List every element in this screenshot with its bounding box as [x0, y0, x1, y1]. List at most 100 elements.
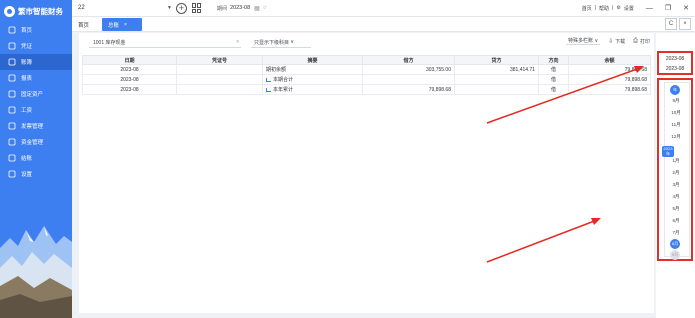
- tab-ledger-label: 总账: [108, 22, 120, 29]
- period-start[interactable]: 2023-08: [659, 54, 691, 64]
- sidebar-item-7[interactable]: 资金管理: [0, 134, 72, 150]
- month-item[interactable]: 1月: [663, 158, 689, 164]
- period-range: 2023-08 2023-08: [657, 51, 693, 75]
- month-item[interactable]: 7月: [663, 230, 689, 236]
- period-label: 期间: [216, 5, 227, 12]
- print-button[interactable]: ⎙ 打印: [633, 38, 650, 45]
- refresh-tab-icon[interactable]: C: [665, 18, 677, 30]
- calendar-icon[interactable]: ▦: [254, 5, 260, 12]
- month-item[interactable]: 5月: [663, 206, 689, 212]
- sidebar-item-0[interactable]: 首页: [0, 22, 72, 38]
- chart-icon[interactable]: [266, 87, 271, 92]
- next-month-button[interactable]: 9月: [670, 250, 680, 260]
- account-select[interactable]: 1001 库存现金 >: [89, 37, 241, 48]
- sidebar-item-8[interactable]: 结账: [0, 150, 72, 166]
- table-row[interactable]: 2023-08 本期合计 借 79,898.68: [82, 74, 651, 85]
- tab-ledger[interactable]: 总账 ×: [102, 18, 142, 31]
- cell-debit: [362, 74, 455, 85]
- cell-voucher: [176, 84, 263, 95]
- cell-credit: [454, 74, 539, 85]
- tab-home[interactable]: 首页: [72, 18, 100, 31]
- sidebar-item-5[interactable]: 工资: [0, 102, 72, 118]
- sidebar-item-9[interactable]: 设置: [0, 166, 72, 182]
- sidebar-item-label: 资金管理: [21, 140, 44, 146]
- tab-close-icon[interactable]: ×: [124, 22, 127, 28]
- close-icon[interactable]: ✕: [683, 4, 689, 12]
- company-selector[interactable]: 22: [72, 5, 167, 11]
- cell-summary: 本年累计: [262, 84, 363, 95]
- table-row[interactable]: 2023-08 本年累计 79,898.68 借 79,898.68: [82, 84, 651, 95]
- grid-menu-icon[interactable]: [191, 3, 203, 13]
- sidebar: 繁市智能财务 首页 凭证 账簿 报表 固定资产 工资 发票管理 资金管理 结账 设置: [0, 0, 72, 318]
- cell-dir: 借: [538, 64, 569, 75]
- period-value[interactable]: 2023-08: [230, 5, 250, 11]
- month-item[interactable]: 2月: [663, 170, 689, 176]
- add-icon[interactable]: +: [175, 2, 187, 14]
- sidebar-item-label: 工资: [21, 108, 33, 114]
- header-date: 日期: [82, 55, 177, 65]
- cell-text: 79,898.68: [624, 66, 647, 73]
- cell-text: 期初余额: [266, 67, 287, 73]
- cell-balance: 79,898.68: [568, 84, 651, 95]
- logo-icon: [4, 5, 15, 17]
- top-link-home[interactable]: 首页: [582, 5, 592, 12]
- gear-icon[interactable]: ⚙: [616, 5, 620, 11]
- top-link-help[interactable]: 帮助: [599, 5, 609, 12]
- ledger-icon: [8, 58, 16, 66]
- month-item[interactable]: 9月: [663, 98, 689, 104]
- cell-balance: 79,898.68: [568, 74, 651, 85]
- sub-account-value: 只显示下级科目: [254, 39, 290, 46]
- cell-balance: 79,898.68: [568, 64, 651, 75]
- cell-text: 借: [550, 77, 556, 83]
- download-button[interactable]: ⇩ 下载: [608, 38, 625, 45]
- period-end[interactable]: 2023-08: [659, 64, 691, 74]
- sidebar-item-6[interactable]: 发票管理: [0, 118, 72, 134]
- sidebar-item-2[interactable]: 账簿: [0, 54, 72, 70]
- top-link-settings[interactable]: 设置: [624, 5, 634, 12]
- month-item[interactable]: 6月: [663, 218, 689, 224]
- selected-month-button[interactable]: 8月: [670, 239, 680, 249]
- sidebar-item-3[interactable]: 报表: [0, 70, 72, 86]
- minimize-icon[interactable]: —: [646, 5, 653, 12]
- salary-icon: [8, 106, 16, 114]
- chart-icon[interactable]: [266, 77, 271, 82]
- chevron-right-icon: >: [236, 39, 239, 45]
- settings-icon: [8, 170, 16, 178]
- month-item[interactable]: 4月: [663, 194, 689, 200]
- sidebar-item-4[interactable]: 固定资产: [0, 86, 72, 102]
- cell-date: 2023-08: [82, 74, 177, 85]
- cell-text: 79,898.68: [624, 76, 647, 83]
- header-direction: 方向: [538, 55, 569, 65]
- header-credit: 贷方: [454, 55, 539, 65]
- close-all-icon[interactable]: ×: [679, 18, 691, 30]
- action-bar: 特殊多栏账 ∨ ⇩ 下载 ⎙ 打印: [558, 37, 650, 45]
- month-item[interactable]: 3月: [663, 182, 689, 188]
- home-icon: [8, 26, 16, 34]
- sub-account-select[interactable]: 只显示下级科目 ∨: [251, 37, 311, 48]
- print-icon: ⎙: [633, 37, 638, 44]
- top-bar: 22 ▼ + 期间 2023-08 ▦ ○ 首页 | 帮助 | ⚙ 设置 — ❐…: [72, 0, 695, 17]
- restore-icon[interactable]: ❐: [665, 4, 671, 12]
- chevron-down-icon[interactable]: ▼: [167, 5, 172, 11]
- table-header-row: 日期 凭证号 摘要 借方 贷方 方向 余额: [82, 55, 651, 65]
- cell-text: 381,414.71: [509, 66, 535, 73]
- main-content: 1001 库存现金 > 只显示下级科目 ∨ 特殊多栏账 ∨ ⇩ 下载 ⎙ 打印: [79, 33, 654, 313]
- month-item[interactable]: 11月: [663, 122, 689, 128]
- refresh-icon[interactable]: ○: [263, 5, 267, 11]
- table-row[interactable]: 2023-08 期初余额 303,755.00 381,414.71 借 79,898.6…: [82, 64, 651, 75]
- year-up-button[interactable]: 年: [670, 85, 680, 95]
- sidebar-item-1[interactable]: 凭证: [0, 38, 72, 54]
- cell-dir: 借: [538, 74, 569, 85]
- cell-summary: 本期合计: [262, 74, 363, 85]
- sidebar-item-label: 固定资产: [21, 92, 44, 98]
- month-item[interactable]: 12月: [663, 134, 689, 140]
- sidebar-item-label: 设置: [21, 172, 33, 178]
- cell-text: 借: [550, 87, 556, 93]
- month-item[interactable]: 10月: [663, 110, 689, 116]
- month-item[interactable]: 2023年: [662, 146, 674, 157]
- month-picker: 年 9月 10月 11月 12月 2023年 1月 2月 3月 4月 5月 6月 7月 8月 9月: [657, 78, 693, 261]
- sidebar-item-label: 首页: [21, 28, 33, 34]
- style-select[interactable]: 特殊多栏账 ∨: [566, 37, 601, 45]
- style-value: 特殊多栏账: [568, 38, 594, 44]
- cell-summary: 期初余额: [262, 64, 363, 75]
